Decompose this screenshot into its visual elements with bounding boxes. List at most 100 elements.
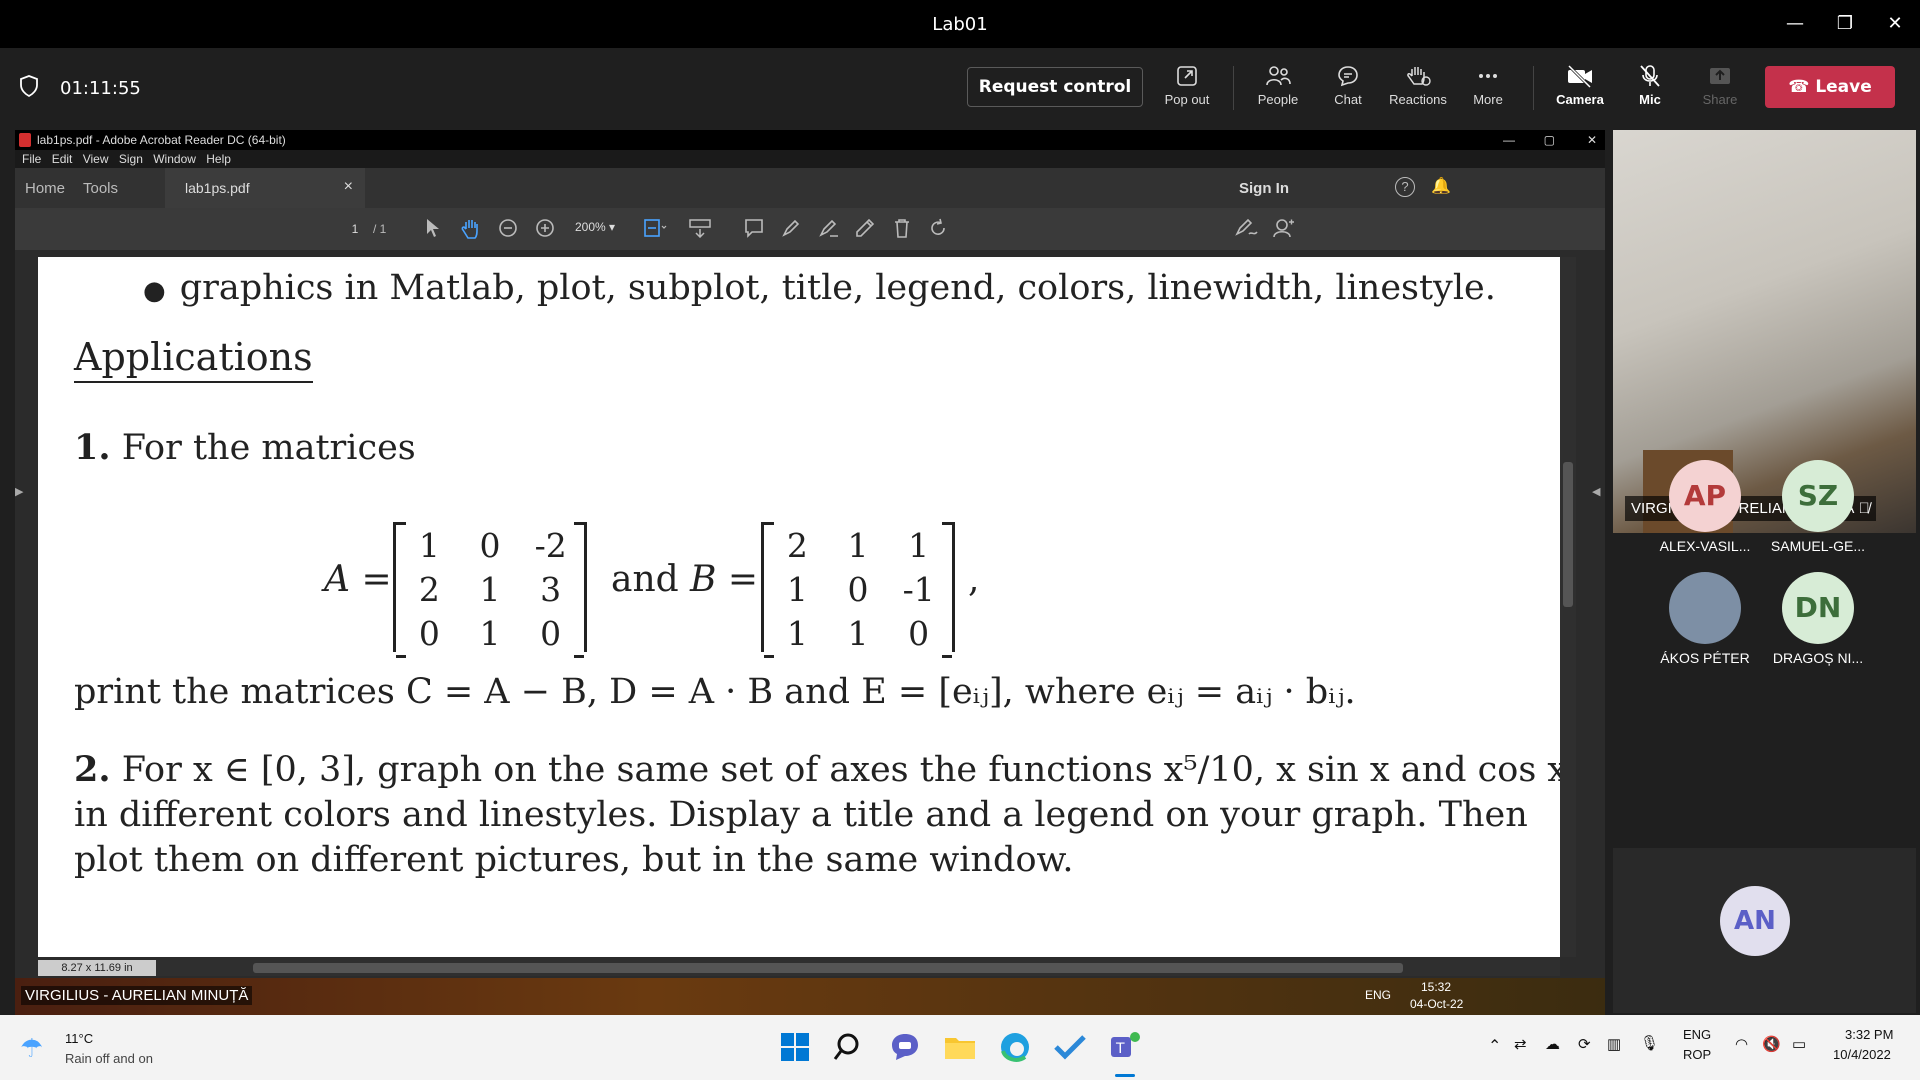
- todo-check-icon[interactable]: [1052, 1029, 1088, 1065]
- close-button[interactable]: ✕: [1875, 10, 1915, 38]
- request-control-button[interactable]: Request control: [967, 67, 1143, 107]
- right-panel-toggle-icon[interactable]: ◀: [1592, 485, 1600, 498]
- matrix-cell: 1: [786, 613, 808, 653]
- leave-button[interactable]: ☎ Leave: [1765, 66, 1895, 108]
- reactions-button[interactable]: Reactions: [1382, 60, 1454, 122]
- tab-home[interactable]: Home: [25, 180, 65, 197]
- lang-code-1[interactable]: ENG: [1683, 1027, 1711, 1042]
- mic-muted-tray-icon[interactable]: 🎙: [1640, 1034, 1659, 1052]
- pop-out-button[interactable]: Pop out: [1152, 60, 1222, 122]
- toolbar-divider: [1233, 66, 1234, 110]
- minimize-button[interactable]: —: [1775, 10, 1815, 38]
- vertical-scroll-thumb[interactable]: [1563, 462, 1573, 607]
- matrix-row: 1 0 -1: [767, 567, 949, 611]
- highlight-pen-icon[interactable]: [781, 218, 801, 238]
- weather-icon[interactable]: ☂: [20, 1033, 43, 1064]
- people-label: People: [1257, 92, 1299, 107]
- matrix-cell: -1: [902, 569, 935, 609]
- more-button[interactable]: More: [1453, 60, 1523, 122]
- presenter-label: VIRGILIUS - AURELIAN MINUȚĂ: [21, 986, 253, 1005]
- wifi-icon[interactable]: ◠: [1735, 1035, 1748, 1053]
- clock-date[interactable]: 10/4/2022: [1833, 1047, 1891, 1062]
- matrix-cell: 1: [847, 525, 869, 565]
- tab-document[interactable]: lab1ps.pdf ×: [165, 168, 365, 208]
- page-number-input[interactable]: 1: [335, 218, 375, 240]
- presenter-video[interactable]: VIRGILIUS - AURELIAN MINUȚĂ 🎙̸: [1613, 130, 1916, 533]
- mic-button[interactable]: Mic: [1615, 60, 1685, 122]
- menu-window[interactable]: Window: [153, 152, 196, 166]
- share-button[interactable]: Share: [1685, 60, 1755, 122]
- participant-avatar[interactable]: AP: [1669, 460, 1741, 532]
- exercise-2-text-1: For x ∈ [0, 3], graph on the same set of…: [121, 750, 1560, 790]
- horizontal-scrollbar[interactable]: [38, 960, 1560, 976]
- sign-document-icon[interactable]: [1235, 218, 1259, 238]
- acrobat-toolbar: 1 / 1 200% ▾: [15, 208, 1605, 250]
- battery-icon[interactable]: ▭: [1792, 1035, 1806, 1053]
- matrix-cell: 0: [908, 613, 930, 653]
- camera-off-icon: [1567, 64, 1592, 88]
- maximize-button[interactable]: ❐: [1825, 10, 1865, 38]
- rotate-icon[interactable]: [928, 218, 948, 238]
- acrobat-close[interactable]: ✕: [1587, 130, 1597, 150]
- matrix-cell: 0: [540, 613, 562, 653]
- tab-tools[interactable]: Tools: [83, 180, 118, 197]
- search-icon[interactable]: [832, 1029, 868, 1065]
- network-tray-icon[interactable]: ⇄: [1514, 1035, 1527, 1053]
- acrobat-maximize[interactable]: ▢: [1544, 130, 1555, 150]
- acrobat-minimize[interactable]: —: [1503, 130, 1515, 150]
- people-button[interactable]: People: [1243, 60, 1313, 122]
- sign-in-link[interactable]: Sign In: [1239, 180, 1289, 197]
- zoom-select[interactable]: 200% ▾: [575, 220, 623, 240]
- menu-sign[interactable]: Sign: [119, 152, 143, 166]
- sync-icon[interactable]: ⟳: [1578, 1035, 1591, 1053]
- bell-icon[interactable]: 🔔: [1431, 176, 1451, 196]
- vertical-scrollbar[interactable]: [1560, 257, 1576, 957]
- clock-time[interactable]: 3:32 PM: [1845, 1027, 1893, 1042]
- matrix-row: 213: [399, 567, 581, 611]
- zoom-out-icon[interactable]: [498, 218, 518, 238]
- onedrive-icon[interactable]: ☁: [1545, 1035, 1560, 1053]
- select-arrow-icon[interactable]: [425, 218, 441, 238]
- menu-help[interactable]: Help: [206, 152, 231, 166]
- participant-tile-an[interactable]: AN: [1613, 848, 1916, 1013]
- menu-view[interactable]: View: [83, 152, 109, 166]
- file-explorer-icon[interactable]: [942, 1029, 978, 1065]
- participant-avatar[interactable]: DN: [1782, 572, 1854, 644]
- left-panel-toggle-icon[interactable]: ▶: [15, 485, 23, 498]
- fit-page-icon[interactable]: [643, 218, 667, 238]
- share-user-icon[interactable]: [1273, 218, 1295, 238]
- teams-chat-icon[interactable]: [887, 1029, 923, 1065]
- hand-tool-icon[interactable]: [461, 218, 481, 240]
- app-tray-icon[interactable]: ▥: [1607, 1035, 1621, 1053]
- teams-icon[interactable]: T: [1107, 1029, 1143, 1065]
- matrix-cell: 1: [786, 569, 808, 609]
- scroll-mode-icon[interactable]: [689, 218, 711, 238]
- matrix-cell: 3: [540, 569, 562, 609]
- people-icon: [1266, 66, 1291, 86]
- horizontal-scroll-thumb[interactable]: [253, 963, 1403, 973]
- fill-sign-icon[interactable]: [855, 218, 877, 238]
- tray-chevron-icon[interactable]: ⌃: [1488, 1036, 1501, 1056]
- phone-icon: ☎: [1788, 77, 1816, 97]
- menu-file[interactable]: File: [22, 152, 41, 166]
- menu-edit[interactable]: Edit: [52, 152, 73, 166]
- zoom-in-icon[interactable]: [535, 218, 555, 238]
- comment-icon[interactable]: [744, 218, 764, 238]
- chat-button[interactable]: Chat: [1313, 60, 1383, 122]
- acrobat-icon: [19, 133, 31, 147]
- trash-icon[interactable]: [893, 218, 911, 238]
- lang-code-2[interactable]: ROP: [1683, 1047, 1711, 1062]
- volume-muted-icon[interactable]: 🔇: [1762, 1035, 1781, 1053]
- camera-button[interactable]: Camera: [1545, 60, 1615, 122]
- draw-icon[interactable]: [818, 218, 840, 238]
- help-icon[interactable]: ?: [1395, 177, 1415, 197]
- bullet-item: ● graphics in Matlab, plot, subplot, titl…: [143, 268, 1496, 308]
- inner-time: 15:32: [1421, 980, 1452, 994]
- edge-browser-icon[interactable]: [997, 1029, 1033, 1065]
- matrix-cell: 0: [479, 525, 501, 565]
- windows-start-icon[interactable]: [777, 1029, 813, 1065]
- participant-avatar[interactable]: [1669, 572, 1741, 644]
- participant-avatar[interactable]: SZ: [1782, 460, 1854, 532]
- toolbar-divider: [1533, 66, 1534, 110]
- tab-close-icon[interactable]: ×: [344, 178, 353, 196]
